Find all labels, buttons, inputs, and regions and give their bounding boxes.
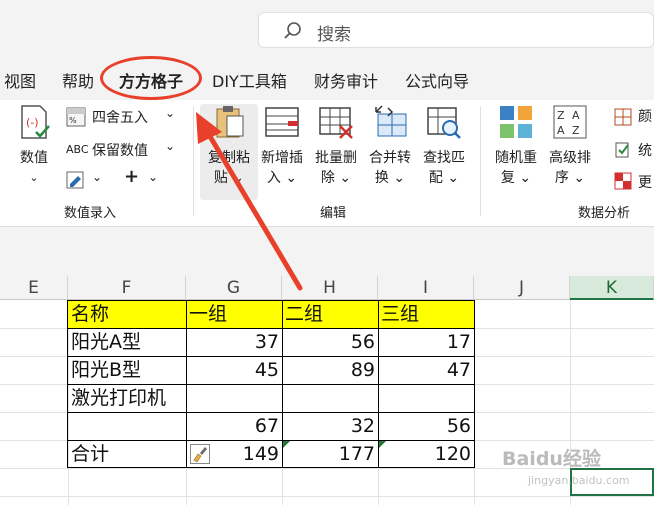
merge-convert-button[interactable]: 合并转 换 ⌄ xyxy=(364,104,416,188)
delete-grid-icon xyxy=(319,107,353,139)
error-indicator xyxy=(283,441,290,448)
format-icon xyxy=(66,171,84,189)
table-cell[interactable]: 37 xyxy=(186,328,282,356)
svg-text:(-): (-) xyxy=(26,116,39,129)
value-button[interactable]: (-) 数值 ⌄ xyxy=(12,104,56,188)
more-icon xyxy=(614,172,632,190)
value-group-label: 数值录入 xyxy=(64,206,117,221)
tab-view[interactable]: 视图 xyxy=(4,68,36,92)
round-icon: % xyxy=(66,107,86,127)
table-cell[interactable]: 32 xyxy=(282,412,378,440)
group-divider xyxy=(480,106,481,216)
table-border xyxy=(67,328,475,329)
value-icon: (-) xyxy=(21,105,50,139)
table-cell[interactable]: 177 xyxy=(282,440,378,468)
table-cell[interactable]: 激光打印机 xyxy=(68,384,186,412)
table-border xyxy=(67,384,475,385)
watermark-url: jingyan.baidu.com xyxy=(528,474,630,487)
insert-rows-icon xyxy=(265,107,299,137)
color-item[interactable]: 颜 xyxy=(638,106,652,126)
table-border xyxy=(67,412,475,413)
column-header-j[interactable]: J xyxy=(474,276,570,300)
table-border xyxy=(67,467,475,468)
tab-diy-toolbox[interactable]: DIY工具箱 xyxy=(212,68,287,92)
table-cell[interactable]: 47 xyxy=(378,356,474,384)
search-box[interactable]: 搜索 xyxy=(258,12,654,48)
insert-button[interactable]: 新增插 入 ⌄ xyxy=(256,104,308,188)
table-cell[interactable]: 17 xyxy=(378,328,474,356)
error-indicator xyxy=(379,441,386,448)
copy-paste-button[interactable]: 复制粘 贴 ⌄ xyxy=(200,104,258,200)
column-header-f[interactable]: F xyxy=(68,276,186,300)
clipboard-icon xyxy=(216,106,244,138)
analysis-group-label: 数据分析 xyxy=(578,206,631,221)
sort-icon: Z A A Z xyxy=(553,105,587,139)
find-match-button[interactable]: 查找匹 配 ⌄ xyxy=(418,104,470,188)
gridline xyxy=(0,496,654,497)
table-cell[interactable] xyxy=(378,384,474,412)
table-cell[interactable] xyxy=(186,384,282,412)
find-icon xyxy=(427,107,461,139)
header-cell-name[interactable]: 名称 xyxy=(68,300,186,328)
table-cell[interactable] xyxy=(282,384,378,412)
plus-button[interactable]: + xyxy=(124,166,139,187)
table-cell[interactable]: 89 xyxy=(282,356,378,384)
table-border xyxy=(67,440,475,441)
svg-text:A: A xyxy=(572,109,580,122)
edit-group-label: 编辑 xyxy=(320,206,347,221)
format-dropdown-icon[interactable]: ⌄ xyxy=(92,170,102,184)
stats-item[interactable]: 统 xyxy=(638,140,652,160)
ribbon-tabs: 视图 帮助 方方格子 DIY工具箱 财务审计 公式向导 xyxy=(0,62,654,100)
table-cell[interactable]: 67 xyxy=(186,412,282,440)
stats-icon xyxy=(615,142,629,158)
formula-bar-area xyxy=(0,227,654,276)
svg-text:Z: Z xyxy=(572,124,580,137)
random-icon xyxy=(500,106,532,138)
table-cell[interactable]: 45 xyxy=(186,356,282,384)
round-button[interactable]: 四舍五入 xyxy=(92,107,148,127)
column-header-h[interactable]: H xyxy=(282,276,378,300)
table-border xyxy=(67,300,475,301)
group-divider xyxy=(193,106,194,216)
round-dropdown-icon[interactable]: ⌄ xyxy=(165,106,175,120)
header-cell-group2[interactable]: 二组 xyxy=(282,300,378,328)
paintbrush-icon[interactable] xyxy=(190,444,210,464)
tab-formula-wizard[interactable]: 公式向导 xyxy=(405,68,469,92)
tab-help[interactable]: 帮助 xyxy=(62,68,94,92)
tab-highlight-circle xyxy=(100,56,202,100)
batch-delete-button[interactable]: 批量删 除 ⌄ xyxy=(310,104,362,188)
plus-dropdown-icon[interactable]: ⌄ xyxy=(148,170,158,184)
table-cell[interactable]: 120 xyxy=(378,440,474,468)
search-icon xyxy=(284,22,301,39)
table-cell[interactable]: 56 xyxy=(282,328,378,356)
column-header-i[interactable]: I xyxy=(378,276,474,300)
watermark-logo: Baidu经验 xyxy=(502,448,601,470)
table-cell[interactable]: 56 xyxy=(378,412,474,440)
svg-text:Z: Z xyxy=(557,109,565,122)
search-placeholder: 搜索 xyxy=(317,25,351,45)
column-header-e[interactable]: E xyxy=(0,276,68,300)
color-icon xyxy=(614,108,632,126)
keep-value-dropdown-icon[interactable]: ⌄ xyxy=(165,139,175,153)
tab-financial-audit[interactable]: 财务审计 xyxy=(314,68,378,92)
table-cell[interactable]: 合计 xyxy=(68,440,186,468)
table-cell[interactable]: 阳光B型 xyxy=(68,356,186,384)
table-cell[interactable]: 阳光A型 xyxy=(68,328,186,356)
column-header-k[interactable]: K xyxy=(570,276,654,300)
more-item[interactable]: 更 xyxy=(638,172,652,192)
advanced-sort-button[interactable]: Z A A Z 高级排 序 ⌄ xyxy=(544,104,596,188)
table-cell[interactable] xyxy=(68,412,186,440)
title-bar: 搜索 xyxy=(0,0,654,62)
svg-text:%: % xyxy=(69,116,77,125)
merge-icon xyxy=(375,105,407,137)
keep-value-button[interactable]: 保留数值 xyxy=(92,140,148,160)
random-repeat-button[interactable]: 随机重 复 ⌄ xyxy=(490,104,542,188)
header-cell-group3[interactable]: 三组 xyxy=(378,300,474,328)
header-cell-group1[interactable]: 一组 xyxy=(186,300,282,328)
abc-icon: ABC xyxy=(66,143,89,156)
ribbon-panel: (-) 数值 ⌄ % 四舍五入 ⌄ ABC 保留数值 ⌄ ⌄ + ⌄ 数值录入 … xyxy=(0,100,654,227)
table-border xyxy=(67,356,475,357)
svg-text:A: A xyxy=(557,124,565,137)
column-header-g[interactable]: G xyxy=(186,276,282,300)
